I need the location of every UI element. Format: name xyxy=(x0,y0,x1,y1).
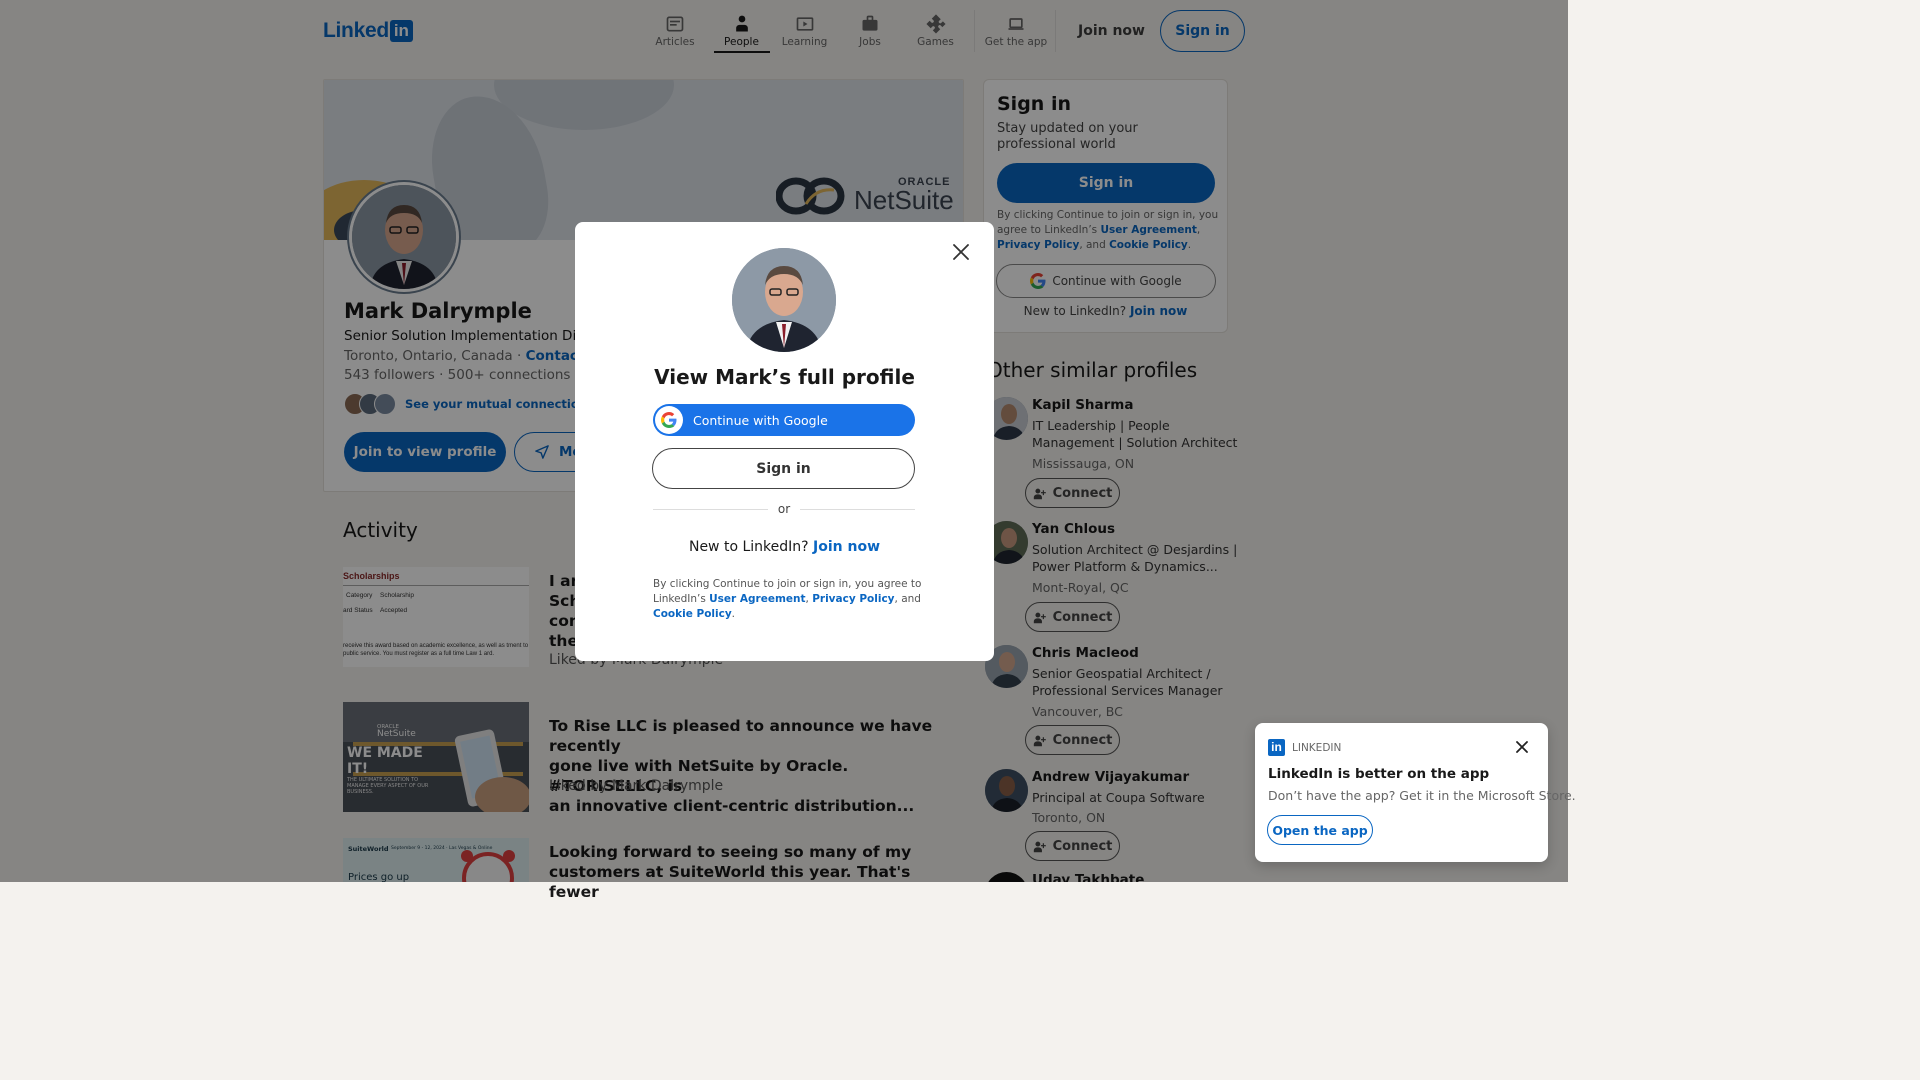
modal-avatar xyxy=(732,248,836,352)
new-text: New to LinkedIn? xyxy=(688,539,814,555)
modal-title: View Mark’s full profile xyxy=(654,365,915,389)
close-icon[interactable] xyxy=(1515,740,1529,754)
legal-text: , and xyxy=(894,593,921,605)
linkedin-in-icon: in xyxy=(1268,739,1285,756)
or-label: or xyxy=(777,502,791,516)
google-button-label: Continue with Google xyxy=(693,412,828,428)
join-now-link[interactable]: Join now xyxy=(813,539,880,555)
person-photo-icon xyxy=(732,248,836,352)
user-agreement-link[interactable]: User Agreement xyxy=(709,593,805,605)
toast-subtitle: Don’t have the app? Get it in the Micros… xyxy=(1268,788,1576,803)
sign-in-modal: View Mark’s full profile Continue with G… xyxy=(575,222,994,661)
or-divider: or xyxy=(653,502,915,516)
cookie-policy-link[interactable]: Cookie Policy xyxy=(653,608,732,620)
new-to-linkedin: New to LinkedIn? Join now xyxy=(575,539,994,555)
continue-with-google-button[interactable]: Continue with Google xyxy=(653,404,915,436)
modal-legal: By clicking Continue to join or sign in,… xyxy=(653,577,923,622)
close-icon[interactable] xyxy=(950,241,972,263)
app-promo-toast: in LINKEDIN LinkedIn is better on the ap… xyxy=(1255,723,1576,862)
open-app-button[interactable]: Open the app xyxy=(1267,815,1373,845)
google-icon xyxy=(661,412,677,428)
legal-text: . xyxy=(731,608,736,620)
modal-sign-in-button[interactable]: Sign in xyxy=(652,448,915,489)
toast-brand-label: LINKEDIN xyxy=(1292,741,1342,754)
privacy-policy-link[interactable]: Privacy Policy xyxy=(812,593,894,605)
toast-title: LinkedIn is better on the app xyxy=(1268,766,1490,782)
toast-brand: in LINKEDIN xyxy=(1268,739,1341,756)
google-icon-wrap xyxy=(655,406,683,434)
